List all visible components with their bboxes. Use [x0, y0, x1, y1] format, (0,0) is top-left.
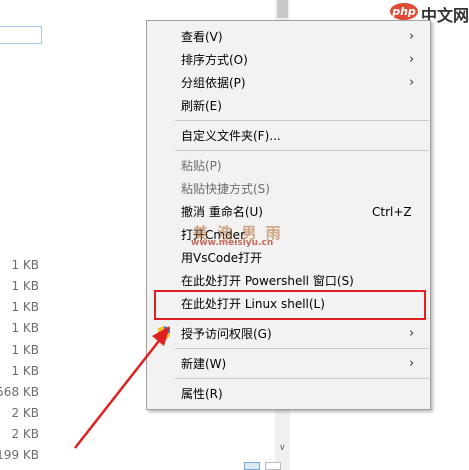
file-size: 1 KB	[11, 321, 39, 335]
chevron-right-icon: ›	[409, 75, 415, 90]
menu-item-open-powershell[interactable]: 在此处打开 Powershell 窗口(S)	[181, 273, 354, 289]
file-size: 1 KB	[11, 279, 39, 293]
search-input[interactable]	[0, 26, 42, 44]
menu-separator	[175, 120, 429, 121]
menu-item-undo-rename[interactable]: 撤消 重命名(U)	[181, 204, 263, 220]
menu-separator	[175, 348, 429, 349]
php-logo: php	[390, 3, 418, 20]
file-size: 2 KB	[11, 406, 39, 420]
menu-item-group-by[interactable]: 分组依据(P)	[181, 75, 246, 91]
menu-separator	[175, 150, 429, 151]
chevron-right-icon: ›	[409, 52, 415, 67]
menu-separator	[175, 378, 429, 379]
file-size: 2 KB	[11, 427, 39, 441]
file-size: 568 KB	[0, 385, 39, 399]
chevron-right-icon: ›	[409, 356, 415, 371]
shield-icon	[158, 326, 170, 341]
scroll-down-icon[interactable]: ∨	[279, 443, 286, 453]
menu-item-properties[interactable]: 属性(R)	[181, 386, 223, 402]
chevron-right-icon: ›	[409, 326, 415, 341]
scrollbar-thumb[interactable]	[277, 0, 288, 18]
highlight-box	[154, 290, 426, 320]
file-size: 199 KB	[0, 448, 39, 462]
menu-item-grant-access[interactable]: 授予访问权限(G)	[181, 326, 272, 342]
details-view-icon[interactable]	[244, 462, 260, 470]
file-size: 1 KB	[11, 343, 39, 357]
context-menu: 查看(V) › 排序方式(O) › 分组依据(P) › 刷新(E) 自定义文件夹…	[146, 20, 431, 410]
menu-item-paste[interactable]: 粘贴(P)	[181, 158, 222, 174]
menu-item-paste-shortcut[interactable]: 粘贴快捷方式(S)	[181, 181, 270, 197]
file-size: 1 KB	[11, 364, 39, 378]
large-icons-view-icon[interactable]	[265, 462, 281, 470]
menu-item-refresh[interactable]: 刷新(E)	[181, 98, 222, 114]
chevron-right-icon: ›	[409, 29, 415, 44]
menu-item-view[interactable]: 查看(V)	[181, 29, 223, 45]
file-size: 1 KB	[11, 258, 39, 272]
file-size: 1 KB	[11, 300, 39, 314]
menu-item-new[interactable]: 新建(W)	[181, 356, 226, 372]
menu-item-customize-folder[interactable]: 自定义文件夹(F)...	[181, 128, 281, 144]
watermark-url: www.meisiyu.cn	[191, 238, 274, 248]
menu-item-sort-by[interactable]: 排序方式(O)	[181, 52, 248, 68]
undo-shortcut-label: Ctrl+Z	[372, 205, 412, 219]
menu-item-open-vscode[interactable]: 用VsCode打开	[181, 250, 262, 266]
